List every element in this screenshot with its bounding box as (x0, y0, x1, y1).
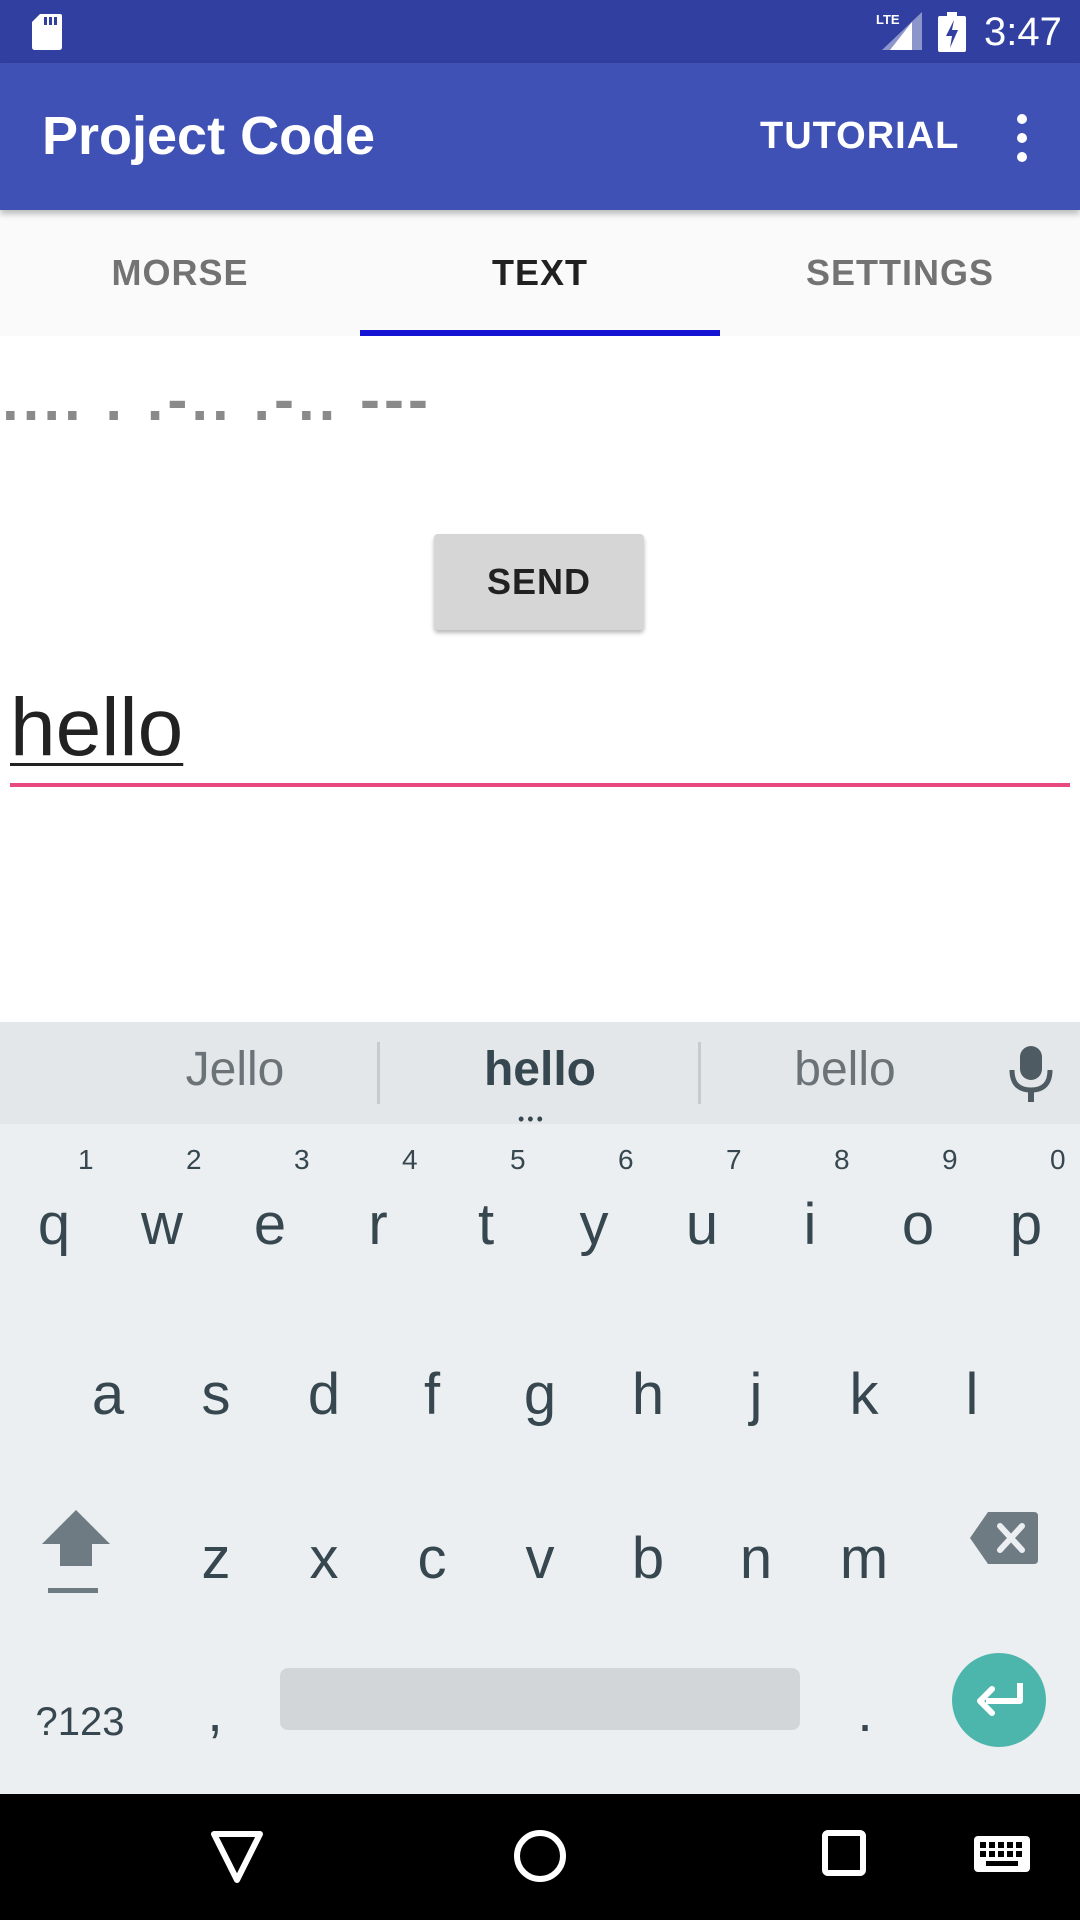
key-k[interactable]: k (810, 1320, 918, 1470)
key-n[interactable]: n (702, 1484, 810, 1634)
enter-key[interactable] (952, 1653, 1046, 1747)
comma-key[interactable]: , (180, 1662, 250, 1762)
back-icon[interactable] (210, 1828, 264, 1886)
key-hint: 8 (834, 1144, 850, 1175)
key-m[interactable]: m (810, 1484, 918, 1634)
symbols-key[interactable]: ?123 (20, 1672, 140, 1772)
key-hint: 6 (618, 1144, 634, 1175)
shift-icon[interactable] (40, 1508, 112, 1596)
key-hint: 4 (402, 1144, 418, 1175)
soft-keyboard: Jello hello ••• bello q 1 w 2 e 3 r 4 t … (0, 1022, 1080, 1794)
app-title: Project Code (42, 106, 376, 166)
status-bar: LTE 3:47 (0, 0, 1080, 63)
key-hint: 0 (1050, 1144, 1066, 1175)
sd-card-icon (32, 14, 62, 50)
suggestion-divider (377, 1042, 380, 1104)
key-a[interactable]: a (54, 1320, 162, 1470)
key-hint: 2 (186, 1144, 202, 1175)
home-icon[interactable] (512, 1828, 568, 1884)
key-v[interactable]: v (486, 1484, 594, 1634)
mic-icon[interactable] (1008, 1046, 1054, 1102)
period-key[interactable]: . (830, 1662, 900, 1762)
tab-morse[interactable]: MORSE (0, 210, 360, 336)
suggestion-divider (698, 1042, 701, 1104)
key-l[interactable]: l (918, 1320, 1026, 1470)
tab-bar: MORSE TEXT SETTINGS (0, 210, 1080, 336)
overflow-menu-icon[interactable] (1008, 113, 1036, 163)
key-j[interactable]: j (702, 1320, 810, 1470)
suggestion-left[interactable]: Jello (130, 1040, 340, 1100)
navigation-bar (0, 1794, 1080, 1920)
key-x[interactable]: x (270, 1484, 378, 1634)
morse-output: .... . .-.. .-.. --- (2, 366, 432, 433)
suggestion-right[interactable]: bello (740, 1040, 950, 1100)
key-f[interactable]: f (378, 1320, 486, 1470)
key-z[interactable]: z (162, 1484, 270, 1634)
key-hint: 1 (78, 1144, 94, 1175)
key-hint: 9 (942, 1144, 958, 1175)
enter-icon (977, 1683, 1023, 1716)
space-bar[interactable] (280, 1668, 800, 1730)
key-s[interactable]: s (162, 1320, 270, 1470)
tab-settings[interactable]: SETTINGS (720, 210, 1080, 336)
suggestion-center[interactable]: hello (430, 1040, 650, 1100)
input-underline (10, 783, 1070, 787)
recents-icon[interactable] (822, 1830, 866, 1876)
key-hint: 7 (726, 1144, 742, 1175)
key-c[interactable]: c (378, 1484, 486, 1634)
lte-signal-icon: LTE (876, 12, 922, 50)
tab-text[interactable]: TEXT (360, 210, 720, 336)
suggestion-bar: Jello hello ••• bello (0, 1022, 1080, 1128)
svg-text:LTE: LTE (876, 12, 900, 27)
keyboard-switch-icon[interactable] (974, 1836, 1030, 1876)
send-button[interactable]: SEND (434, 534, 644, 630)
battery-charging-icon (938, 12, 966, 52)
status-clock: 3:47 (984, 10, 1062, 54)
more-suggestions-indicator: ••• (518, 1109, 546, 1129)
key-g[interactable]: g (486, 1320, 594, 1470)
key-hint: 3 (294, 1144, 310, 1175)
tutorial-button[interactable]: TUTORIAL (760, 111, 959, 161)
tab-indicator (360, 330, 720, 336)
key-b[interactable]: b (594, 1484, 702, 1634)
backspace-icon[interactable] (970, 1512, 1038, 1564)
app-bar: Project Code TUTORIAL (0, 63, 1080, 210)
key-h[interactable]: h (594, 1320, 702, 1470)
key-hint: 5 (510, 1144, 526, 1175)
key-d[interactable]: d (270, 1320, 378, 1470)
text-input-field[interactable]: hello (10, 676, 1070, 786)
